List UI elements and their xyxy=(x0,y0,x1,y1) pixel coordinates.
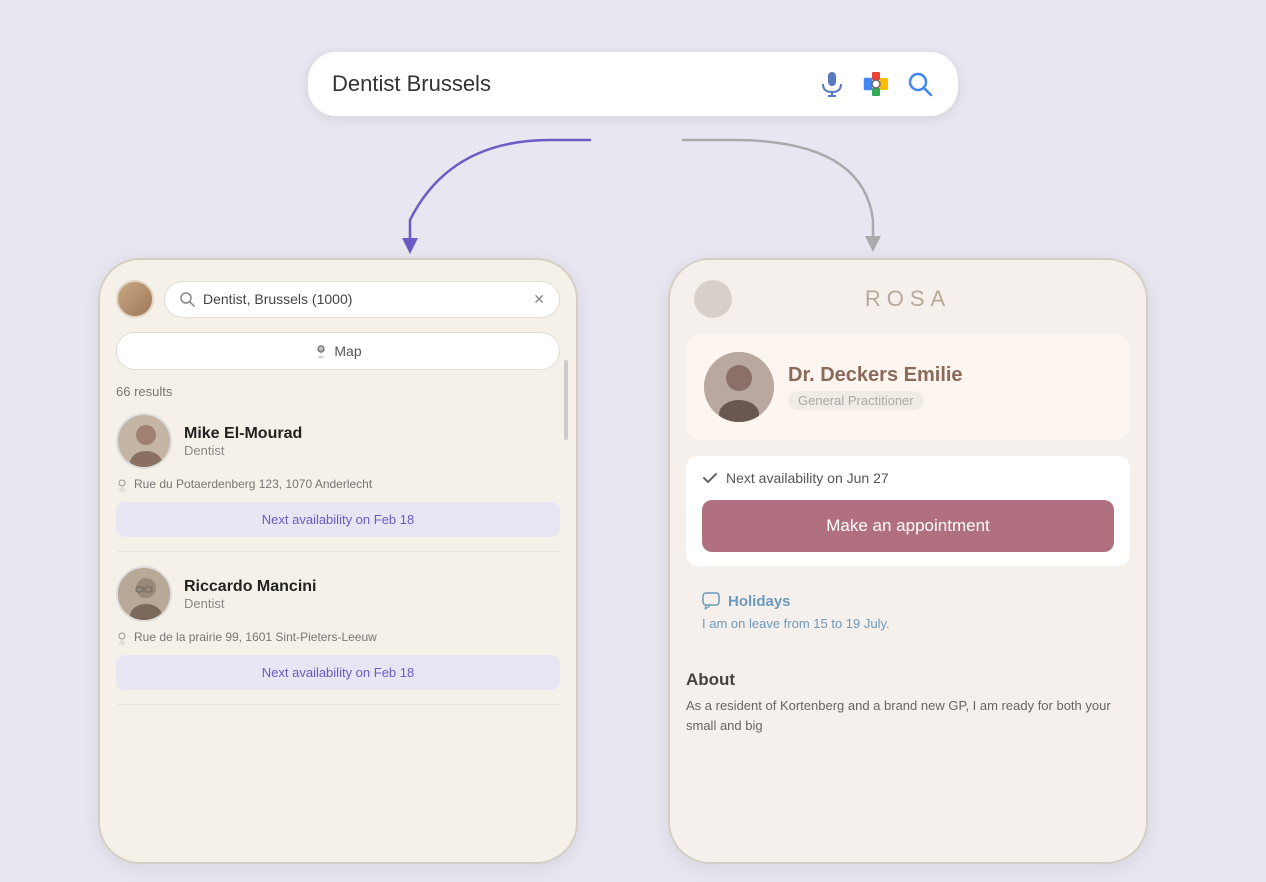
search-container: Dentist Brussels xyxy=(308,52,958,116)
doctor-specialty-2: Dentist xyxy=(184,596,316,611)
address-row-2: Rue de la prairie 99, 1601 Sint-Pieters-… xyxy=(116,630,560,645)
close-button[interactable]: ✕ xyxy=(533,291,545,308)
rosa-avatar xyxy=(694,280,732,318)
mic-icon[interactable] xyxy=(818,70,846,98)
doctor-address-1: Rue du Potaerdenberg 123, 1070 Anderlech… xyxy=(134,477,372,491)
doctor-card-2: Riccardo Mancini Dentist Rue de la prair… xyxy=(116,566,560,705)
next-availability: Next availability on Jun 27 xyxy=(726,470,889,486)
user-avatar-left xyxy=(116,280,154,318)
search-icon[interactable] xyxy=(906,70,934,98)
holidays-title-text: Holidays xyxy=(728,593,791,610)
about-title: About xyxy=(686,670,1130,690)
doctor-info-1: Mike El-Mourad Dentist xyxy=(184,425,302,458)
holidays-text: I am on leave from 15 to 19 July. xyxy=(702,616,1114,631)
map-pin-icon xyxy=(314,344,328,358)
left-phone-content: Dentist, Brussels (1000) ✕ Map 66 result… xyxy=(100,260,576,862)
search-input-bar[interactable]: Dentist, Brussels (1000) ✕ xyxy=(164,281,560,318)
scroll-indicator xyxy=(564,360,568,440)
phone-top-bar: Dentist, Brussels (1000) ✕ xyxy=(116,280,560,318)
results-count: 66 results xyxy=(116,384,560,399)
doctor-name-1: Mike El-Mourad xyxy=(184,425,302,443)
availability-btn-2[interactable]: Next availability on Feb 18 xyxy=(116,655,560,690)
phone-left: Dentist, Brussels (1000) ✕ Map 66 result… xyxy=(98,258,578,864)
make-appointment-button[interactable]: Make an appointment xyxy=(702,500,1114,552)
check-icon xyxy=(702,470,718,486)
rosa-header: ROSA xyxy=(670,260,1146,334)
search-query: Dentist Brussels xyxy=(332,71,802,97)
about-text: As a resident of Kortenberg and a brand … xyxy=(686,696,1130,735)
holidays-section: Holidays I am on leave from 15 to 19 Jul… xyxy=(686,580,1130,643)
rosa-logo: ROSA xyxy=(865,286,951,312)
location-icon-2 xyxy=(116,631,128,645)
doctor-info-2: Riccardo Mancini Dentist xyxy=(184,578,316,611)
holidays-title: Holidays xyxy=(702,592,1114,610)
availability-section: Next availability on Jun 27 Make an appo… xyxy=(686,456,1130,566)
search-icon-small xyxy=(179,291,195,307)
right-phone-content: ROSA Dr. Deckers Emilie General Practiti… xyxy=(670,260,1146,862)
search-icon-group xyxy=(818,68,934,100)
doctor-profile-specialty: General Practitioner xyxy=(788,391,924,410)
location-icon-1 xyxy=(116,478,128,492)
doctor-profile-avatar xyxy=(704,352,774,422)
doctor-avatar-2 xyxy=(116,566,172,622)
search-bar[interactable]: Dentist Brussels xyxy=(308,52,958,116)
chat-icon xyxy=(702,592,720,610)
doctor-address-2: Rue de la prairie 99, 1601 Sint-Pieters-… xyxy=(134,630,377,644)
map-button[interactable]: Map xyxy=(116,332,560,370)
doctor-name-2: Riccardo Mancini xyxy=(184,578,316,596)
doctor-profile-card: Dr. Deckers Emilie General Practitioner xyxy=(686,334,1130,440)
doctor-card-1: Mike El-Mourad Dentist Rue du Potaerdenb… xyxy=(116,413,560,552)
availability-row: Next availability on Jun 27 xyxy=(702,470,1114,486)
address-row-1: Rue du Potaerdenberg 123, 1070 Anderlech… xyxy=(116,477,560,492)
availability-btn-1[interactable]: Next availability on Feb 18 xyxy=(116,502,560,537)
arrow-right xyxy=(633,130,923,260)
doctor-avatar-1 xyxy=(116,413,172,469)
arrow-left xyxy=(350,130,640,260)
doctor-profile-info: Dr. Deckers Emilie General Practitioner xyxy=(788,364,963,410)
doctor-specialty-1: Dentist xyxy=(184,443,302,458)
map-button-label: Map xyxy=(334,343,361,359)
about-section: About As a resident of Kortenberg and a … xyxy=(686,657,1130,747)
doctor-profile-name: Dr. Deckers Emilie xyxy=(788,364,963,387)
search-input-text: Dentist, Brussels (1000) xyxy=(203,291,525,307)
doctor-row-1: Mike El-Mourad Dentist xyxy=(116,413,560,469)
doctor-row-2: Riccardo Mancini Dentist xyxy=(116,566,560,622)
lens-icon[interactable] xyxy=(860,68,892,100)
phone-right: ROSA Dr. Deckers Emilie General Practiti… xyxy=(668,258,1148,864)
